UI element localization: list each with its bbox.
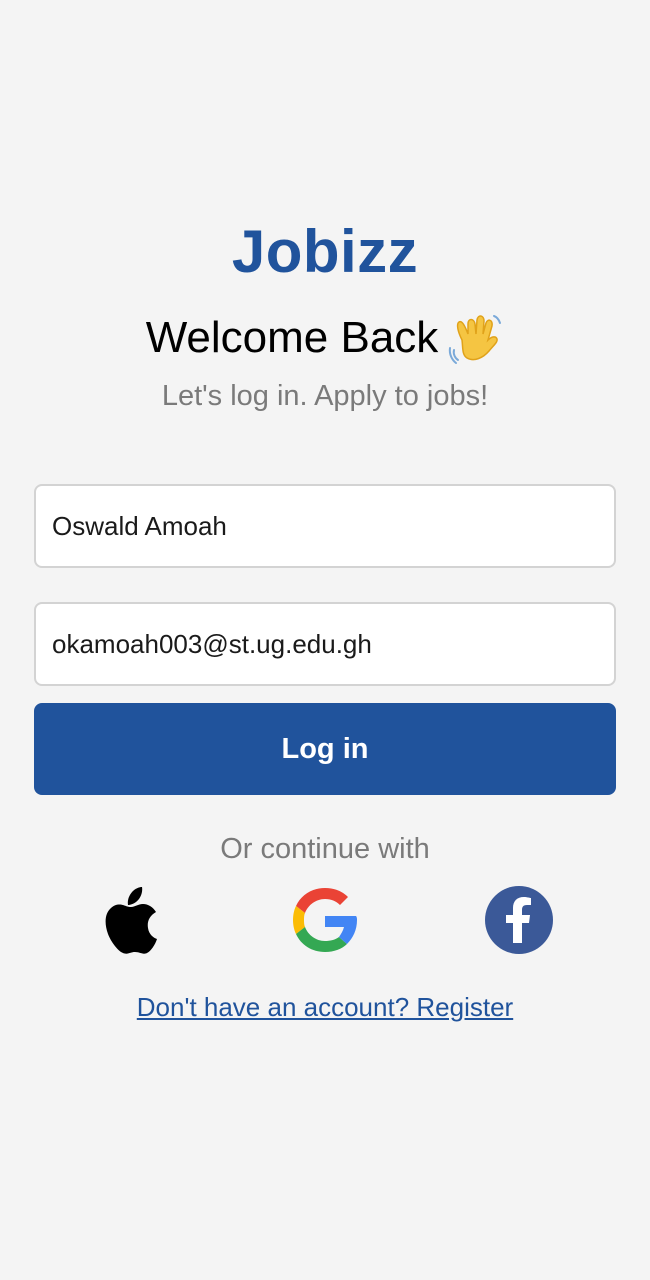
waving-hand-icon [449,315,502,364]
login-button[interactable]: Log in [34,703,616,795]
apple-login-button[interactable] [95,884,167,956]
subtitle: Let's log in. Apply to jobs! [161,380,489,412]
welcome-heading: Welcome Back [0,310,650,366]
google-icon [293,888,357,952]
continue-with-label: Or continue with [220,833,430,865]
google-login-button[interactable] [289,884,361,956]
name-field[interactable] [34,484,616,568]
email-field[interactable] [34,602,616,686]
register-link[interactable]: Don't have an account? Register [0,990,650,1024]
apple-icon [105,887,157,954]
facebook-login-button[interactable] [483,884,555,956]
app-title: Jobizz [231,218,419,285]
welcome-text: Welcome Back [145,313,439,362]
facebook-icon [485,886,553,954]
